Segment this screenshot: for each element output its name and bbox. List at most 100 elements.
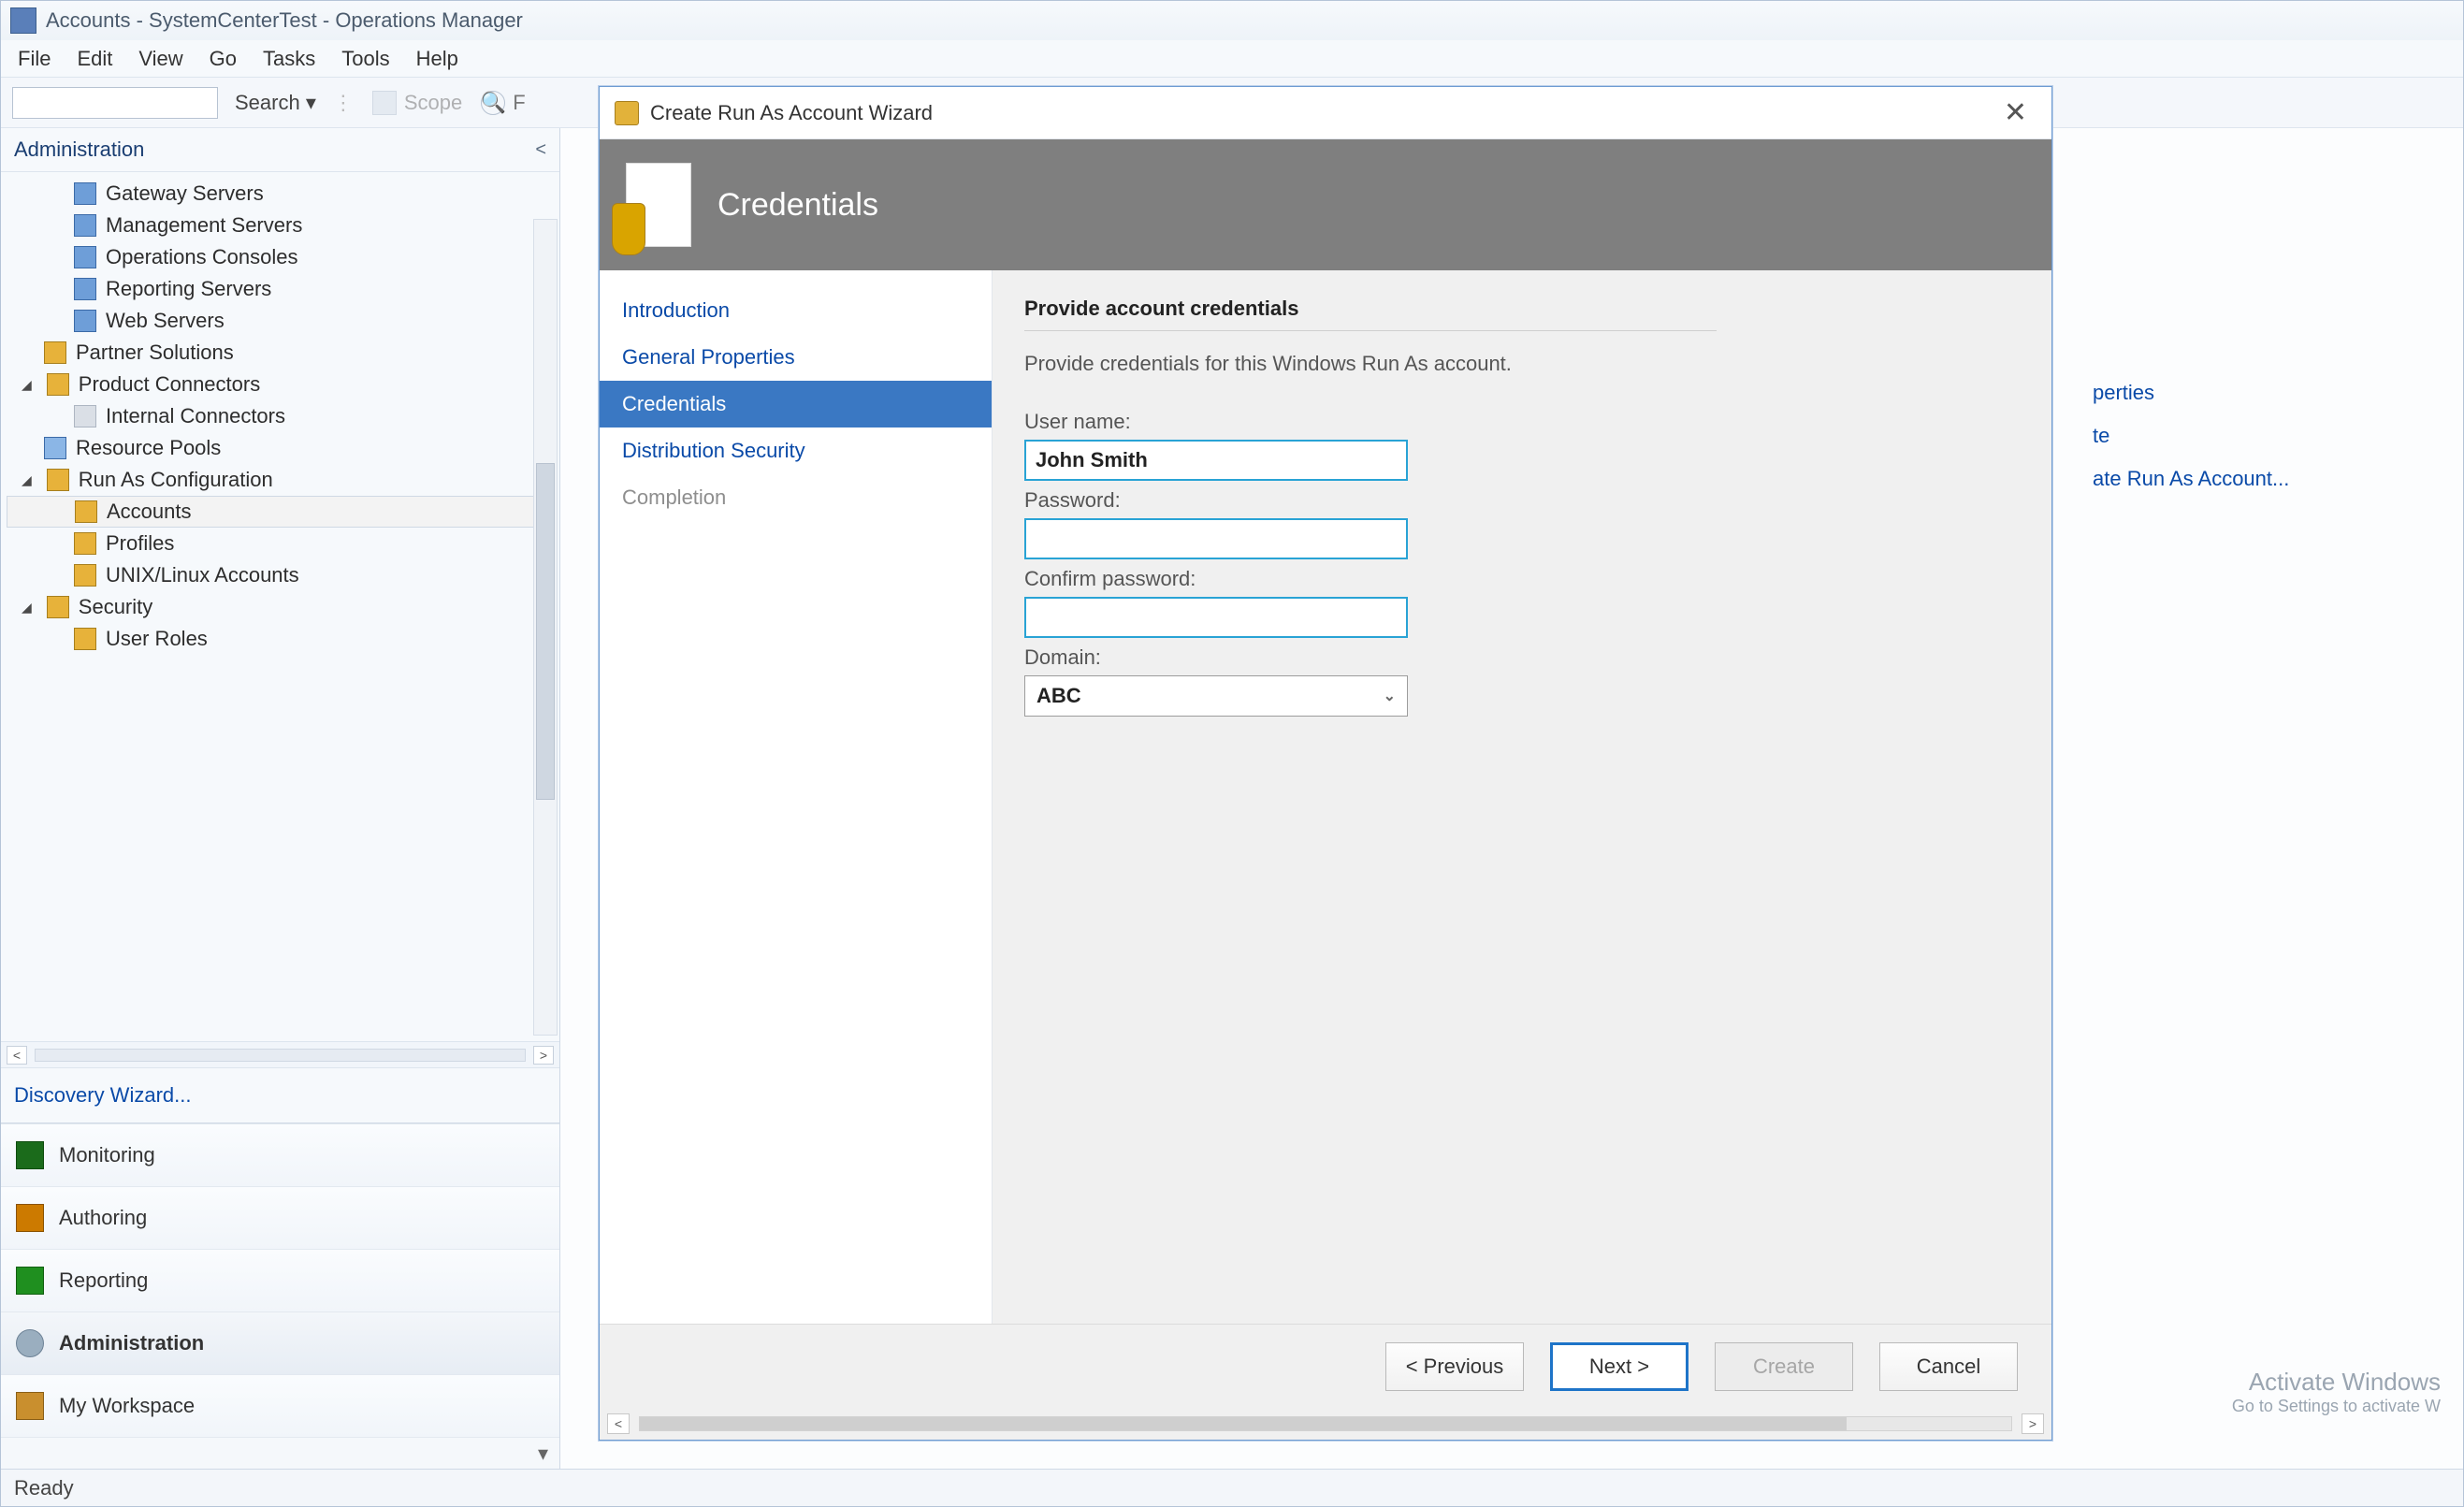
confirm-password-input[interactable]	[1024, 597, 1408, 638]
find-button[interactable]: 🔍 F	[481, 91, 525, 115]
server-icon	[74, 214, 96, 237]
hscroll-track[interactable]	[35, 1049, 526, 1062]
confirm-password-label: Confirm password:	[1024, 567, 2020, 591]
status-text: Ready	[14, 1476, 74, 1500]
step-completion: Completion	[600, 474, 992, 521]
wizard-doc-icon	[626, 163, 691, 247]
roles-icon	[74, 628, 96, 650]
tree-resource-pools[interactable]: Resource Pools	[7, 432, 556, 464]
wunderbar-monitoring[interactable]: Monitoring	[1, 1123, 559, 1186]
wunderbar-workspace[interactable]: My Workspace	[1, 1374, 559, 1437]
menu-edit[interactable]: Edit	[77, 47, 112, 71]
wunderbar: Monitoring Authoring Reporting Administr…	[1, 1123, 559, 1469]
wizard-user-icon	[615, 101, 639, 125]
wunderbar-administration[interactable]: Administration	[1, 1311, 559, 1374]
step-general-properties[interactable]: General Properties	[600, 334, 992, 381]
domain-select[interactable]: ABC ⌄	[1024, 675, 1408, 717]
server-icon	[74, 310, 96, 332]
hscroll-left-icon[interactable]: <	[7, 1046, 27, 1065]
menu-go[interactable]: Go	[210, 47, 237, 71]
username-label: User name:	[1024, 410, 2020, 434]
task-create-runas[interactable]: ate Run As Account...	[2093, 467, 2441, 491]
step-distribution-security[interactable]: Distribution Security	[600, 427, 992, 474]
tree-accounts[interactable]: Accounts	[7, 496, 556, 528]
nav-panel: Administration < Gateway Servers Managem…	[1, 128, 560, 1469]
wunderbar-authoring[interactable]: Authoring	[1, 1186, 559, 1249]
wizard-hscroll-left[interactable]: <	[607, 1413, 630, 1434]
activate-windows-watermark: Activate Windows Go to Settings to activ…	[2232, 1368, 2441, 1416]
tree-security[interactable]: Security	[7, 591, 556, 623]
wizard-hscroll-right[interactable]: >	[2022, 1413, 2044, 1434]
menu-view[interactable]: View	[138, 47, 182, 71]
username-input[interactable]	[1024, 440, 1408, 481]
wizard-steps: Introduction General Properties Credenti…	[600, 270, 993, 1324]
tree-management-servers[interactable]: Management Servers	[7, 210, 556, 241]
profiles-icon	[74, 532, 96, 555]
wizard-hscroll-track[interactable]	[639, 1416, 2012, 1431]
step-introduction[interactable]: Introduction	[600, 287, 992, 334]
connectors-icon	[47, 373, 69, 396]
task-delete[interactable]: te	[2093, 424, 2441, 448]
security-icon	[47, 596, 69, 618]
form-header: Provide account credentials	[1024, 297, 2020, 321]
menu-help[interactable]: Help	[416, 47, 458, 71]
find-label: F	[513, 91, 525, 115]
tree-internal-connectors[interactable]: Internal Connectors	[7, 400, 556, 432]
tree-product-connectors[interactable]: Product Connectors	[7, 369, 556, 400]
wizard-banner: Credentials	[600, 139, 2051, 270]
activate-heading: Activate Windows	[2232, 1368, 2441, 1397]
tree-scrollbar[interactable]	[533, 219, 558, 1036]
runas-icon	[47, 469, 69, 491]
tree-unix-accounts[interactable]: UNIX/Linux Accounts	[7, 559, 556, 591]
tree-profiles[interactable]: Profiles	[7, 528, 556, 559]
hscroll-right-icon[interactable]: >	[533, 1046, 554, 1065]
tree-gateway-servers[interactable]: Gateway Servers	[7, 178, 556, 210]
nav-collapse-icon[interactable]: <	[535, 139, 546, 161]
form-description: Provide credentials for this Windows Run…	[1024, 352, 2020, 376]
wunderbar-reporting[interactable]: Reporting	[1, 1249, 559, 1311]
scope-icon	[372, 91, 397, 115]
titlebar: Accounts - SystemCenterTest - Operations…	[1, 1, 2463, 40]
wizard-hscroll-thumb[interactable]	[640, 1417, 1847, 1430]
unix-icon	[74, 564, 96, 587]
statusbar: Ready	[1, 1469, 2463, 1506]
task-properties[interactable]: perties	[2093, 381, 2441, 405]
tree-reporting-servers[interactable]: Reporting Servers	[7, 273, 556, 305]
menu-file[interactable]: File	[18, 47, 51, 71]
scrollbar-thumb[interactable]	[536, 463, 555, 800]
tree-partner-solutions[interactable]: Partner Solutions	[7, 337, 556, 369]
server-icon	[74, 278, 96, 300]
previous-button[interactable]: < Previous	[1385, 1342, 1524, 1391]
next-button[interactable]: Next >	[1550, 1342, 1689, 1391]
scope-button[interactable]: Scope	[372, 91, 462, 115]
menu-tasks[interactable]: Tasks	[263, 47, 315, 71]
nav-title-label: Administration	[14, 138, 144, 162]
admin-icon	[16, 1329, 44, 1357]
menu-tools[interactable]: Tools	[341, 47, 389, 71]
wizard-close-button[interactable]: ✕	[1994, 93, 2036, 133]
window-title: Accounts - SystemCenterTest - Operations…	[46, 8, 523, 33]
search-input[interactable]	[12, 87, 218, 119]
step-credentials[interactable]: Credentials	[600, 381, 992, 427]
search-button[interactable]: Search ▾	[227, 87, 324, 119]
password-input[interactable]	[1024, 518, 1408, 559]
tree-hscroll[interactable]: < >	[1, 1041, 559, 1067]
partner-icon	[44, 341, 66, 364]
tree-web-servers[interactable]: Web Servers	[7, 305, 556, 337]
pool-icon	[44, 437, 66, 459]
wizard-hscroll[interactable]: < >	[600, 1408, 2051, 1440]
tree-runas-config[interactable]: Run As Configuration	[7, 464, 556, 496]
discovery-wizard-link[interactable]: Discovery Wizard...	[1, 1067, 559, 1123]
tree-operations-consoles[interactable]: Operations Consoles	[7, 241, 556, 273]
domain-value: ABC	[1036, 684, 1081, 708]
create-button: Create	[1715, 1342, 1853, 1391]
cancel-button[interactable]: Cancel	[1879, 1342, 2018, 1391]
form-divider	[1024, 330, 1717, 331]
wunderbar-overflow-icon[interactable]: ▾	[538, 1442, 548, 1466]
console-icon	[74, 246, 96, 268]
workspace-icon	[16, 1392, 44, 1420]
tree-user-roles[interactable]: User Roles	[7, 623, 556, 655]
runas-wizard-dialog: Create Run As Account Wizard ✕ Credentia…	[599, 86, 2052, 1441]
task-panel: perties te ate Run As Account...	[2070, 128, 2463, 1469]
monitoring-icon	[16, 1141, 44, 1169]
